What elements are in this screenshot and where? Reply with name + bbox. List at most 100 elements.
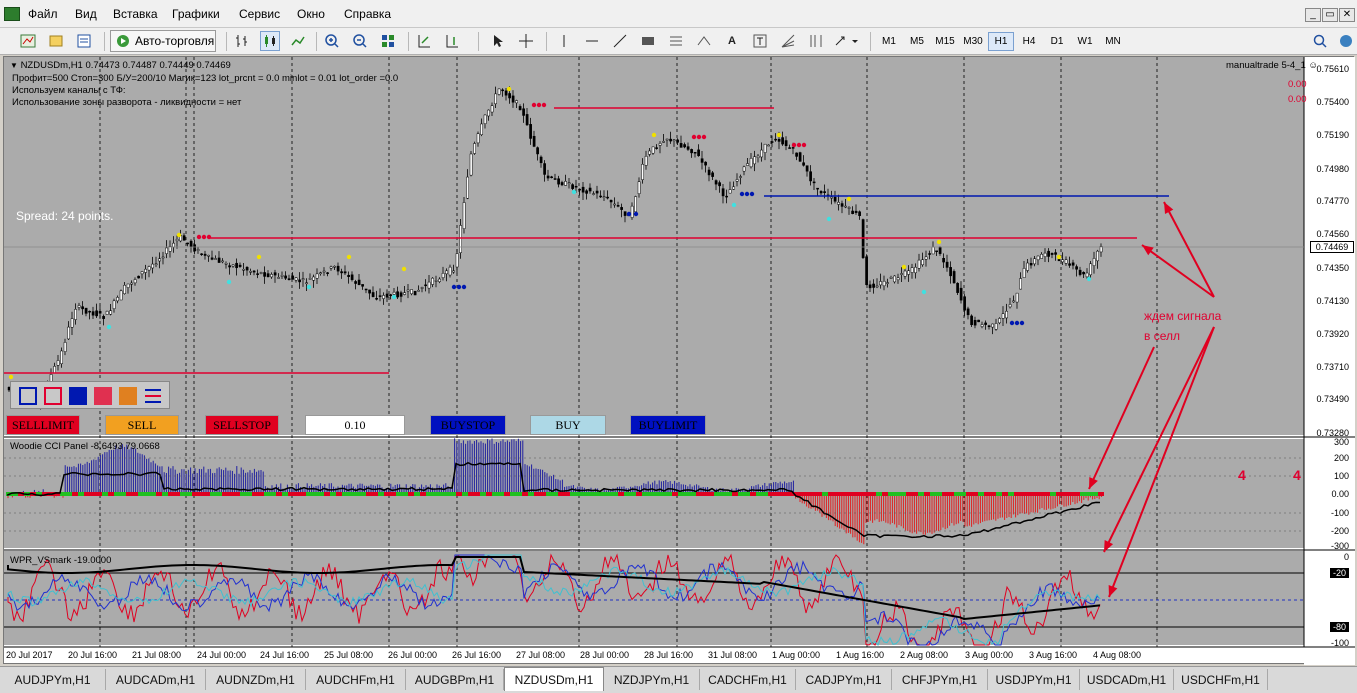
autotrading-button[interactable]: Авто-торговля	[110, 30, 216, 52]
chart-window[interactable]: ▼ NZDUSDm,H1 0.74473 0.74487 0.74449 0.7…	[3, 56, 1355, 665]
close-button[interactable]: ✕	[1339, 8, 1355, 22]
minimize-button[interactable]: _	[1305, 8, 1321, 22]
cci-trend-bar	[1062, 492, 1068, 496]
candle-body	[595, 190, 599, 194]
chart-shift-icon[interactable]	[442, 31, 462, 51]
bar-chart-icon[interactable]	[232, 31, 252, 51]
candle-body	[431, 277, 434, 285]
color-box-blue-outline[interactable]	[19, 387, 37, 405]
sell-button[interactable]: SELL	[105, 415, 179, 435]
candlestick-icon[interactable]	[260, 31, 280, 51]
buy-limit-button[interactable]: BUYLIMIT	[630, 415, 706, 435]
chart-tab[interactable]: CHFJPYm,H1	[892, 669, 988, 690]
candle-body	[343, 271, 347, 274]
cci-trend-bar	[978, 492, 984, 496]
tf-m1[interactable]: M1	[876, 32, 902, 51]
chart-tab[interactable]: NZDUSDm,H1	[504, 667, 604, 691]
cci-trend-bar	[918, 492, 924, 496]
search-icon[interactable]	[1310, 31, 1330, 51]
fibo-icon[interactable]	[666, 31, 686, 51]
candle-body	[725, 195, 728, 198]
color-box-red-outline[interactable]	[44, 387, 62, 405]
tf-mn[interactable]: MN	[1100, 32, 1126, 51]
menu-tools[interactable]: Сервис	[239, 7, 280, 21]
arrows-dropdown-icon[interactable]	[834, 31, 860, 51]
wpr-label: WPR_VSmark -19.0000	[10, 555, 112, 566]
cursor-icon[interactable]	[488, 31, 508, 51]
fibo-time-icon[interactable]	[806, 31, 826, 51]
vertical-line-icon[interactable]	[554, 31, 574, 51]
menu-insert[interactable]: Вставка	[113, 7, 158, 21]
sell-stop-button[interactable]: SELLSTOP	[205, 415, 279, 435]
line-chart-icon[interactable]	[288, 31, 308, 51]
text-label-icon[interactable]	[750, 31, 770, 51]
color-box-blue[interactable]	[69, 387, 87, 405]
candle-body	[707, 169, 711, 176]
fibo-fan-icon[interactable]	[778, 31, 798, 51]
chart-tab[interactable]: USDCADm,H1	[1080, 669, 1174, 690]
lot-size-input[interactable]: 0.10	[305, 415, 405, 435]
tf-d1[interactable]: D1	[1044, 32, 1070, 51]
chart-tab[interactable]: AUDJPYm,H1	[0, 669, 106, 690]
cci-trend-bar	[480, 492, 486, 496]
chart-tab[interactable]: AUDCADm,H1	[106, 669, 206, 690]
cci-trend-bar	[762, 492, 768, 496]
community-icon[interactable]	[1336, 31, 1356, 51]
zoom-out-icon[interactable]	[350, 31, 370, 51]
new-chart-icon[interactable]	[18, 31, 38, 51]
sell-limit-button[interactable]: SELLLIMIT	[6, 415, 80, 435]
candle-body	[567, 182, 571, 184]
color-box-red[interactable]	[94, 387, 112, 405]
cci-trend-bar	[714, 492, 720, 496]
text-tool-button[interactable]: A	[722, 31, 742, 51]
chart-tab[interactable]: AUDNZDm,H1	[206, 669, 306, 690]
signal-dot	[739, 191, 745, 197]
chart-tab[interactable]: USDCHFm,H1	[1174, 669, 1268, 690]
menu-view[interactable]: Вид	[75, 7, 97, 21]
menu-file[interactable]: Файл	[28, 7, 58, 21]
candle-body	[172, 242, 175, 248]
market-watch-icon[interactable]	[74, 31, 94, 51]
chart-tab[interactable]: CADCHFm,H1	[700, 669, 796, 690]
candle-body	[336, 265, 340, 272]
candle-body	[704, 161, 707, 166]
trendline-icon[interactable]	[610, 31, 630, 51]
tf-h4[interactable]: H4	[1016, 32, 1042, 51]
tf-w1[interactable]: W1	[1072, 32, 1098, 51]
signal-dot	[826, 216, 832, 222]
autoscroll-icon[interactable]	[414, 31, 434, 51]
buy-stop-button[interactable]: BUYSTOP	[430, 415, 506, 435]
candle-body	[970, 315, 973, 326]
zoom-in-icon[interactable]	[322, 31, 342, 51]
chart-tab[interactable]: AUDCHFm,H1	[306, 669, 406, 690]
tf-h1[interactable]: H1	[988, 32, 1014, 51]
tf-m5[interactable]: M5	[904, 32, 930, 51]
menu-charts[interactable]: Графики	[172, 7, 220, 21]
tf-m30[interactable]: M30	[960, 32, 986, 51]
rectangle-icon[interactable]	[638, 31, 658, 51]
line-style-icon[interactable]	[144, 387, 162, 405]
buy-button[interactable]: BUY	[530, 415, 606, 435]
tf-m15[interactable]: M15	[932, 32, 958, 51]
candle-body	[67, 326, 70, 340]
chart-tab[interactable]: NZDJPYm,H1	[604, 669, 700, 690]
candle-body	[210, 257, 214, 260]
restore-button[interactable]: ▭	[1322, 8, 1338, 22]
andrews-icon[interactable]	[694, 31, 714, 51]
menu-help[interactable]: Справка	[344, 7, 391, 21]
candle-body	[466, 176, 469, 199]
tile-windows-icon[interactable]	[378, 31, 398, 51]
cci-trend-bar	[264, 492, 270, 496]
chart-canvas[interactable]	[4, 57, 1355, 665]
cci-trend-bar	[966, 492, 972, 496]
candle-body	[165, 247, 168, 254]
profiles-icon[interactable]	[46, 31, 66, 51]
horizontal-line-icon[interactable]	[582, 31, 602, 51]
chart-tab[interactable]: CADJPYm,H1	[796, 669, 892, 690]
color-box-orange[interactable]	[119, 387, 137, 405]
crosshair-icon[interactable]	[516, 31, 536, 51]
chart-tab[interactable]: AUDGBPm,H1	[406, 669, 504, 690]
candle-body	[1047, 250, 1050, 257]
chart-tab[interactable]: USDJPYm,H1	[988, 669, 1080, 690]
menu-window[interactable]: Окно	[297, 7, 325, 21]
